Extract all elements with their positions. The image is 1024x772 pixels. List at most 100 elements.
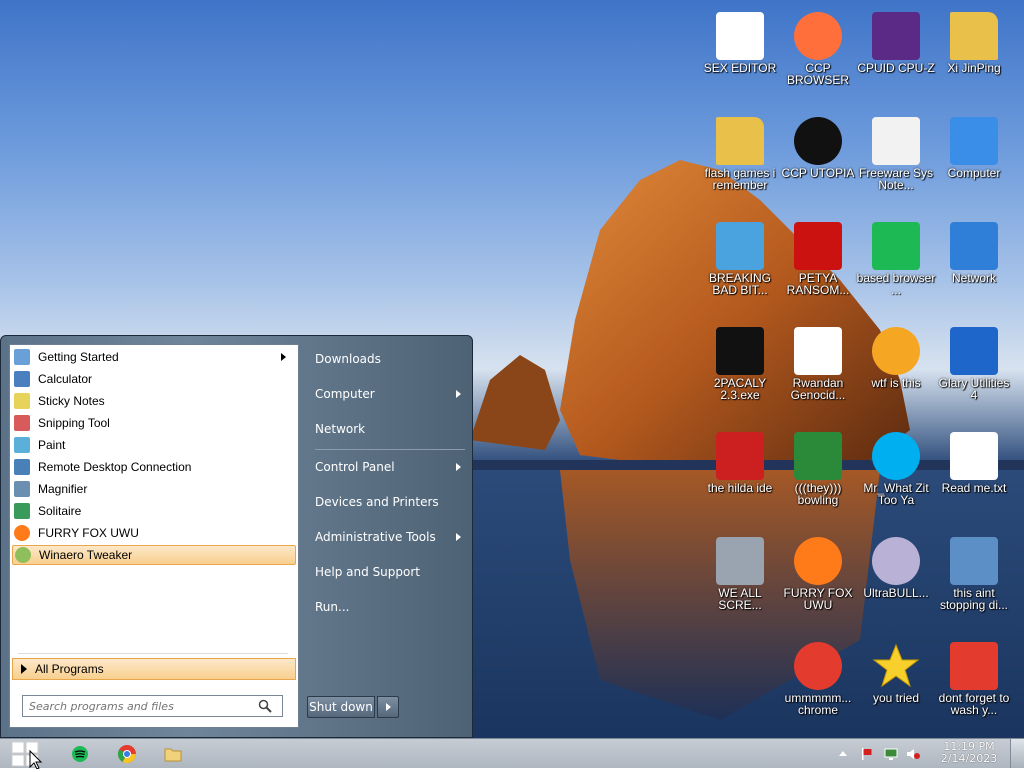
- desktop-icon[interactable]: Glary Utilities 4: [934, 321, 1014, 421]
- start-program-label: FURRY FOX UWU: [38, 526, 139, 540]
- start-right-link[interactable]: Downloads: [315, 348, 465, 370]
- desktop-icon-label: dont forget to wash y...: [938, 691, 1010, 717]
- start-program-item[interactable]: Snipping Tool: [12, 413, 296, 433]
- shut-down-options-button[interactable]: [377, 696, 399, 718]
- show-desktop-button[interactable]: [1010, 739, 1024, 768]
- taskbar-clock[interactable]: 11:19 PM 2/14/2023: [934, 741, 1004, 765]
- aimp-triangle-icon: [872, 327, 920, 375]
- elf-bowling-icon: [794, 432, 842, 480]
- start-program-label: Remote Desktop Connection: [38, 460, 192, 474]
- desktop-icon[interactable]: this aint stopping di...: [934, 531, 1014, 631]
- divider: [18, 653, 288, 654]
- divider: [315, 449, 465, 450]
- desktop-icon[interactable]: PETYA RANSOM...: [778, 216, 858, 316]
- desktop-icon[interactable]: Xi JinPing: [934, 6, 1014, 106]
- arrow-right-icon: [386, 703, 391, 711]
- old-computer-icon: [716, 537, 764, 585]
- desktop-icon[interactable]: UltraBULL...: [856, 531, 936, 631]
- desktop-icon[interactable]: FURRY FOX UWU: [778, 531, 858, 631]
- start-right-link[interactable]: Administrative Tools: [315, 526, 465, 548]
- desktop-icon[interactable]: CCP BROWSER: [778, 6, 858, 106]
- desktop-icon[interactable]: Computer: [934, 111, 1014, 211]
- show-hidden-icons-icon[interactable]: [836, 747, 850, 761]
- desktop-icon[interactable]: based browser ...: [856, 216, 936, 316]
- taskbar-explorer[interactable]: [161, 742, 185, 766]
- start-right-link[interactable]: Network: [315, 418, 465, 440]
- start-right-link[interactable]: Help and Support: [315, 561, 465, 583]
- start-right-link-label: Control Panel: [315, 460, 395, 474]
- start-menu-programs-pane: Getting Started Calculator Sticky Notes Sni…: [9, 344, 299, 728]
- chrome-icon: [117, 745, 136, 764]
- desktop-icon[interactable]: the hilda ide: [700, 426, 780, 526]
- start-program-label: Getting Started: [38, 350, 119, 364]
- desktop-icon[interactable]: Read me.txt: [934, 426, 1014, 526]
- start-program-item[interactable]: Getting Started: [12, 347, 296, 367]
- action-center-flag-icon[interactable]: [860, 747, 874, 761]
- start-program-item[interactable]: Solitaire: [12, 501, 296, 521]
- desktop-icon[interactable]: ummmmm... chrome: [778, 636, 858, 736]
- network-icon[interactable]: [884, 747, 898, 761]
- desktop-icon[interactable]: Mr_What Zit Too Ya: [856, 426, 936, 526]
- start-program-item[interactable]: Paint: [12, 435, 296, 455]
- start-right-link[interactable]: Computer: [315, 383, 465, 405]
- desktop-icon[interactable]: BREAKING BAD BIT...: [700, 216, 780, 316]
- desktop-icon[interactable]: (((they))) bowling: [778, 426, 858, 526]
- user-folder-icon: [950, 12, 998, 60]
- skull-icon: [794, 222, 842, 270]
- submenu-arrow-icon: [456, 390, 461, 398]
- desktop-icon-label: Glary Utilities 4: [938, 376, 1010, 402]
- text-file-icon: [950, 432, 998, 480]
- desktop-icon[interactable]: you tried: [856, 636, 936, 736]
- all-programs-button[interactable]: All Programs: [12, 658, 296, 680]
- desktop-icon[interactable]: CPUID CPU-Z: [856, 6, 936, 106]
- desktop-icon[interactable]: SEX EDITOR: [700, 6, 780, 106]
- search-icon[interactable]: [258, 699, 272, 713]
- desktop-icon[interactable]: wtf is this: [856, 321, 936, 421]
- shut-down-button[interactable]: Shut down: [307, 696, 375, 718]
- search-input[interactable]: [27, 698, 256, 714]
- desktop-icon[interactable]: CCP UTOPIA: [778, 111, 858, 211]
- dev-cpp-icon: [716, 432, 764, 480]
- start-program-label: Paint: [38, 438, 66, 452]
- start-program-label: Winaero Tweaker: [39, 548, 133, 562]
- start-right-link-label: Network: [315, 422, 366, 436]
- firefox-icon: [14, 525, 30, 541]
- desktop-icon-label: Read me.txt: [941, 481, 1007, 495]
- desktop-icon[interactable]: dont forget to wash y...: [934, 636, 1014, 736]
- start-right-link[interactable]: Devices and Printers: [315, 491, 465, 513]
- document-icon: [872, 117, 920, 165]
- desktop-icon-label: PETYA RANSOM...: [786, 271, 850, 297]
- start-right-link-label: Run...: [315, 600, 350, 614]
- taskbar-spotify[interactable]: [68, 742, 92, 766]
- taskbar-chrome[interactable]: [115, 742, 139, 766]
- magnifier-computer-icon: [950, 537, 998, 585]
- star-icon: [872, 642, 920, 690]
- start-program-item[interactable]: Remote Desktop Connection: [12, 457, 296, 477]
- desktop-icon[interactable]: 2PACALY 2.3.exe: [700, 321, 780, 421]
- start-program-label: Sticky Notes: [38, 394, 105, 408]
- volume-muted-icon[interactable]: [906, 747, 920, 761]
- getting-started-icon: [14, 349, 30, 365]
- start-right-link[interactable]: Run...: [315, 596, 465, 618]
- folder-icon: [716, 117, 764, 165]
- desktop-icon[interactable]: Rwandan Genocid...: [778, 321, 858, 421]
- desktop-icon[interactable]: Freeware Sys Note...: [856, 111, 936, 211]
- start-right-link[interactable]: Control Panel: [315, 456, 465, 478]
- desktop-icon-label: Rwandan Genocid...: [790, 376, 846, 402]
- start-program-item[interactable]: Calculator: [12, 369, 296, 389]
- remote-desktop-icon: [14, 459, 30, 475]
- start-program-item[interactable]: Magnifier: [12, 479, 296, 499]
- start-program-item[interactable]: Sticky Notes: [12, 391, 296, 411]
- desktop-icon-label: Mr_What Zit Too Ya: [863, 481, 929, 507]
- start-program-item[interactable]: FURRY FOX UWU: [12, 523, 296, 543]
- taskbar: 11:19 PM 2/14/2023: [0, 738, 1024, 770]
- start-button[interactable]: [8, 739, 44, 770]
- desktop-icon-label: BREAKING BAD BIT...: [708, 271, 771, 297]
- desktop-icon[interactable]: WE ALL SCRE...: [700, 531, 780, 631]
- desktop-icon[interactable]: flash games i remember: [700, 111, 780, 211]
- browser-orb-icon: [794, 12, 842, 60]
- start-program-item[interactable]: Winaero Tweaker: [12, 545, 296, 565]
- search-box[interactable]: [22, 695, 283, 717]
- meme-face-icon: [794, 327, 842, 375]
- desktop-icon[interactable]: Network: [934, 216, 1014, 316]
